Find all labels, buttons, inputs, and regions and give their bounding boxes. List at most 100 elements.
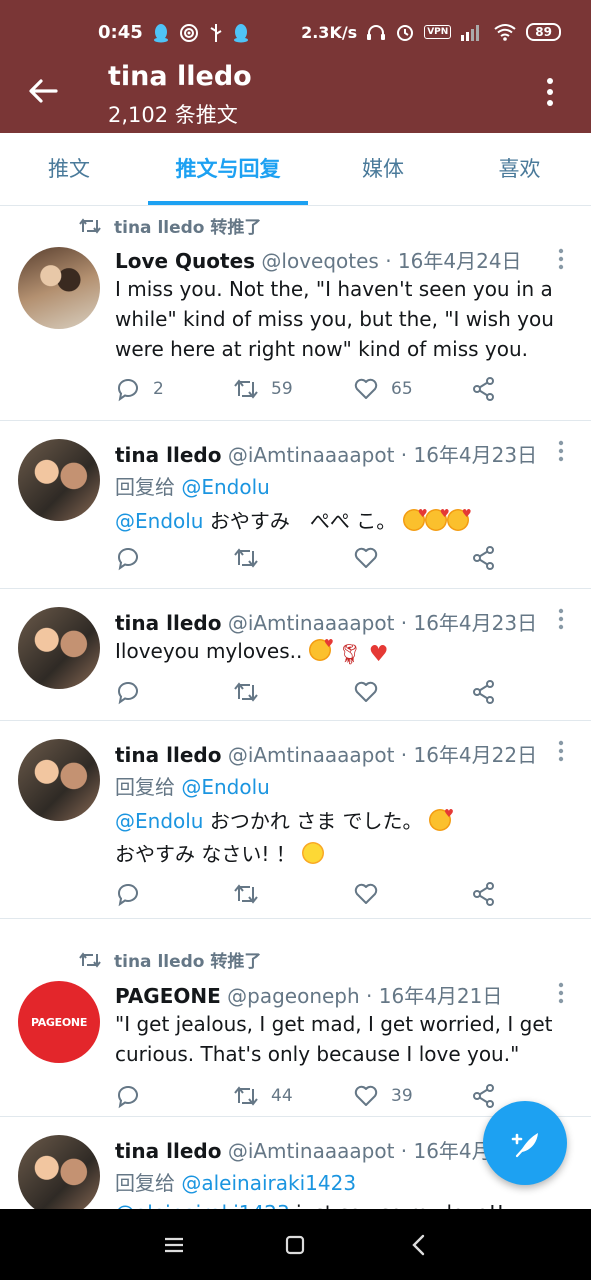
- kissing-emoji: [308, 637, 334, 661]
- tweet-menu-icon[interactable]: [557, 982, 565, 1004]
- avatar-logo-text: PAGEONE: [30, 1015, 88, 1029]
- avatar[interactable]: [18, 1135, 100, 1209]
- avatar[interactable]: [18, 439, 100, 521]
- tweet[interactable]: tina lledo @iAmtinaaaapot · 16年4月23日 回复给…: [0, 421, 591, 589]
- tweet-menu-icon[interactable]: [557, 440, 565, 462]
- like-button[interactable]: 39: [353, 1083, 413, 1109]
- mention-link[interactable]: @Endolu: [115, 809, 203, 833]
- wifi-icon: [494, 24, 516, 41]
- avatar[interactable]: [18, 607, 100, 689]
- heart-icon: [354, 883, 378, 904]
- signal-icon: [461, 25, 480, 41]
- share-icon: [473, 882, 494, 906]
- tweet[interactable]: tina lledo @iAmtinaaaapot · 16年4月22日 回复给…: [0, 721, 591, 919]
- heart-icon: [354, 547, 378, 568]
- like-button[interactable]: [353, 545, 379, 571]
- author-name[interactable]: Love Quotes: [115, 249, 255, 273]
- tweet-menu-icon[interactable]: [557, 248, 565, 270]
- tweet[interactable]: tina lledo @iAmtinaaaapot · 16年4月23日 Ilo…: [0, 589, 591, 721]
- like-button[interactable]: [353, 881, 379, 907]
- retweet-count: 59: [271, 379, 293, 399]
- heart-icon: [354, 1085, 378, 1106]
- like-button[interactable]: 65: [353, 376, 413, 402]
- back-icon[interactable]: [405, 1231, 433, 1259]
- reply-to-link[interactable]: @aleinairaki1423: [181, 1171, 356, 1195]
- kissing-emoji: [402, 507, 428, 531]
- share-icon: [473, 546, 494, 570]
- retweet-button[interactable]: [233, 545, 259, 571]
- like-count: 39: [391, 1086, 413, 1106]
- back-arrow-icon[interactable]: [26, 74, 60, 108]
- mention-link[interactable]: @aleinairaki1423: [115, 1201, 290, 1209]
- tweet-text: Iloveyou myloves..: [115, 639, 309, 663]
- tab-likes[interactable]: 喜欢: [448, 133, 591, 205]
- author-handle-date: @loveqotes · 16年4月24日: [261, 249, 522, 273]
- reply-icon: [117, 681, 138, 705]
- rose-emoji: 🌹︎: [337, 642, 363, 666]
- battery-icon: 89: [526, 23, 561, 41]
- more-options-icon[interactable]: [542, 76, 558, 108]
- tweet-menu-icon[interactable]: [557, 740, 565, 762]
- vpn-icon: VPN: [424, 25, 452, 39]
- net-speed: 2.3K/s: [301, 22, 358, 42]
- reply-button[interactable]: 2: [115, 376, 164, 402]
- qq-icon: [233, 23, 248, 42]
- tab-tweets-and-replies[interactable]: 推文与回复: [138, 133, 318, 205]
- heart-icon: [354, 681, 378, 702]
- retweet-button[interactable]: 59: [233, 376, 293, 402]
- like-button[interactable]: [353, 679, 379, 705]
- mention-link[interactable]: @Endolu: [115, 509, 203, 533]
- profile-tabs: 推文 推文与回复 媒体 喜欢: [0, 133, 591, 206]
- tweet[interactable]: tina lledo 转推了 PAGEONE PAGEONE @pageonep…: [0, 919, 591, 1117]
- tweet-text: were here at right now" kind of miss you…: [115, 337, 529, 361]
- reply-to-link[interactable]: @Endolu: [181, 475, 269, 499]
- tweet-text: just say so my love!!: [290, 1201, 504, 1209]
- tweet[interactable]: tina lledo 转推了 Love Quotes @loveqotes · …: [0, 207, 591, 421]
- author-name[interactable]: PAGEONE: [115, 984, 221, 1008]
- share-icon: [473, 680, 494, 704]
- tab-media[interactable]: 媒体: [318, 133, 448, 205]
- retweet-icon: [79, 951, 101, 968]
- avatar[interactable]: PAGEONE: [18, 981, 100, 1063]
- tweet-actions: [115, 881, 515, 911]
- retweet-icon: [79, 217, 101, 234]
- retweet-button[interactable]: [233, 881, 259, 907]
- share-icon: [473, 1084, 494, 1108]
- share-button[interactable]: [471, 679, 497, 705]
- retweet-button[interactable]: 44: [233, 1083, 293, 1109]
- author-name[interactable]: tina lledo: [115, 443, 221, 467]
- status-time: 0:45: [98, 22, 143, 43]
- compose-tweet-button[interactable]: [483, 1101, 567, 1185]
- share-button[interactable]: [471, 1083, 497, 1109]
- tweet-text: I miss you. Not the, "I haven't seen you…: [115, 277, 553, 301]
- reply-to-link[interactable]: @Endolu: [181, 775, 269, 799]
- reply-button[interactable]: [115, 545, 141, 571]
- reply-button[interactable]: [115, 679, 141, 705]
- author-name[interactable]: tina lledo: [115, 743, 221, 767]
- retweet-button[interactable]: [233, 679, 259, 705]
- reply-icon: [117, 547, 138, 571]
- headphones-icon: [367, 25, 386, 40]
- avatar[interactable]: [18, 739, 100, 821]
- reply-button[interactable]: [115, 881, 141, 907]
- author-handle-date: @pageoneph · 16年4月21日: [227, 984, 503, 1008]
- menu-icon[interactable]: [160, 1231, 188, 1259]
- share-button[interactable]: [471, 376, 497, 402]
- kissing-emoji: [446, 507, 472, 531]
- reply-count: 2: [153, 379, 164, 399]
- tab-tweets[interactable]: 推文: [0, 133, 138, 205]
- home-icon[interactable]: [281, 1231, 309, 1259]
- author-name[interactable]: tina lledo: [115, 611, 221, 635]
- share-button[interactable]: [471, 881, 497, 907]
- app-header: 0:45 2.3K/s VPN 89 tina lledo 2,102 条推文: [0, 0, 591, 133]
- share-button[interactable]: [471, 545, 497, 571]
- avatar[interactable]: [18, 247, 100, 329]
- timeline: tina lledo 转推了 Love Quotes @loveqotes · …: [0, 207, 591, 1209]
- author-handle-date: @iAmtinaaaapot · 16年4月23日: [227, 611, 538, 635]
- author-name[interactable]: tina lledo: [115, 1139, 221, 1163]
- red-heart-emoji: ♥: [368, 642, 389, 667]
- reply-button[interactable]: [115, 1083, 141, 1109]
- tweet-actions: 44 39: [115, 1083, 515, 1113]
- tweet-actions: 2 59 65: [115, 376, 515, 406]
- tweet-menu-icon[interactable]: [557, 608, 565, 630]
